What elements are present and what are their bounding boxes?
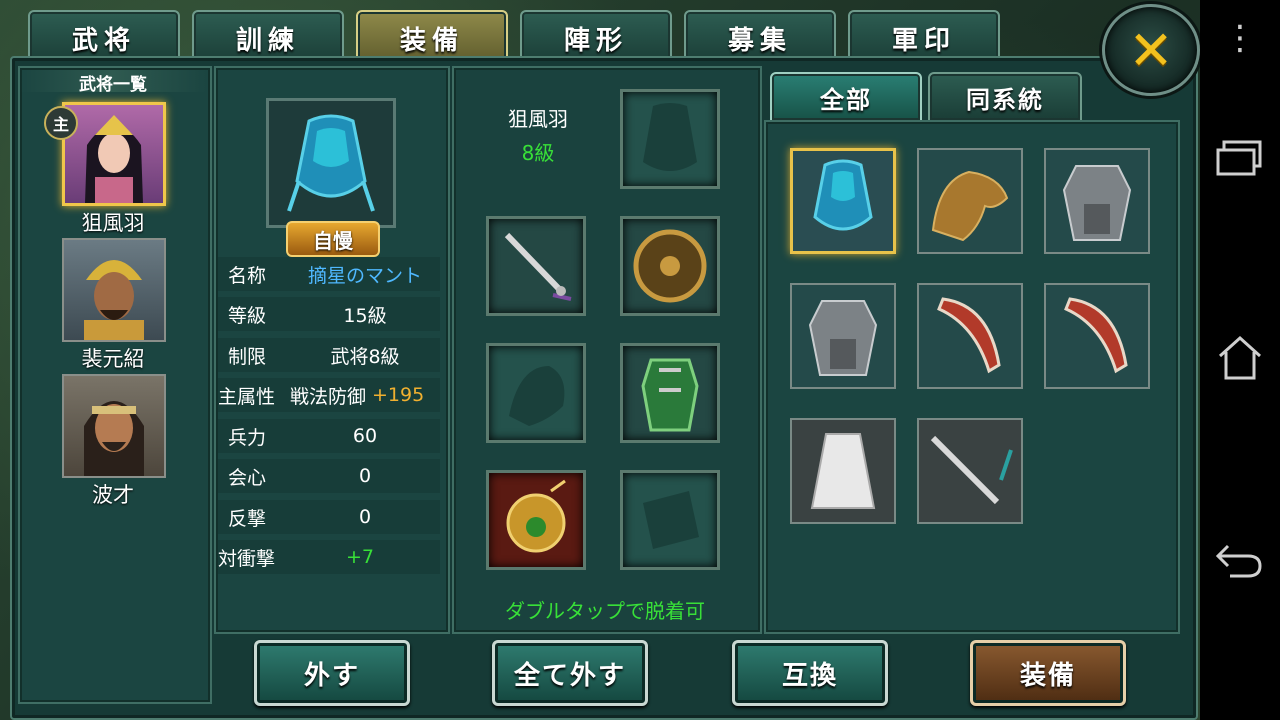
equipped-general-level: 8級 bbox=[521, 141, 555, 165]
stat-label: 対衝撃 bbox=[218, 547, 276, 570]
robe-icon bbox=[810, 433, 876, 509]
item-name-label: 名称 bbox=[228, 264, 267, 287]
stat-row-critical: 会心 0 bbox=[218, 459, 440, 493]
shield-icon bbox=[633, 229, 707, 303]
general-portrait-2[interactable] bbox=[62, 238, 166, 342]
inventory-item-armor-1[interactable] bbox=[1044, 148, 1150, 254]
stat-row-restriction: 制限 武将8級 bbox=[218, 338, 440, 372]
equip-button[interactable]: 装備 bbox=[970, 640, 1126, 706]
slot-book[interactable] bbox=[620, 470, 720, 570]
stat-value: 15級 bbox=[343, 304, 387, 327]
equipped-general-name: 狙風羽 bbox=[508, 107, 568, 131]
armor-icon bbox=[1062, 165, 1132, 241]
inventory-item-sword[interactable] bbox=[917, 418, 1023, 524]
inventory-item-blade-1[interactable] bbox=[917, 283, 1023, 389]
stat-label: 制限 bbox=[228, 345, 267, 368]
equip-hint-text: ダブルタップで脱着可 bbox=[505, 599, 705, 623]
tab-same-type[interactable]: 同系統 bbox=[928, 72, 1082, 122]
slot-weapon[interactable] bbox=[486, 216, 586, 316]
stat-label: 兵力 bbox=[228, 426, 267, 449]
general-portrait-3[interactable] bbox=[62, 374, 166, 478]
blade-icon bbox=[1064, 297, 1128, 374]
stat-value: 武将8級 bbox=[330, 345, 400, 368]
slot-cloak[interactable] bbox=[620, 89, 720, 189]
tab-all[interactable]: 全部 bbox=[770, 72, 922, 122]
stat-label: 主属性 bbox=[218, 385, 276, 408]
stat-row-counter: 反撃 0 bbox=[218, 500, 440, 534]
stat-label: 反撃 bbox=[228, 507, 267, 530]
general-name-1[interactable]: 狙風羽 bbox=[20, 207, 206, 237]
unequip-all-button[interactable]: 全て外す bbox=[492, 640, 648, 706]
general-portrait-1[interactable] bbox=[62, 102, 166, 206]
stat-row-grade: 等級 15級 bbox=[218, 297, 440, 331]
cloak-silhouette-icon bbox=[643, 103, 697, 171]
general-list-title: 武将一覧 bbox=[20, 70, 206, 95]
book-silhouette-icon bbox=[643, 491, 699, 549]
amulet-icon bbox=[506, 479, 566, 553]
stat-value: 戦法防御 bbox=[290, 385, 367, 408]
stat-value: 60 bbox=[352, 425, 378, 447]
system-nav-bar: ⋮ bbox=[1200, 0, 1280, 720]
stat-bonus: +195 bbox=[372, 384, 425, 406]
general-face-icon bbox=[84, 260, 144, 340]
general-name-2[interactable]: 裴元紹 bbox=[20, 343, 206, 373]
recent-apps-icon[interactable] bbox=[1200, 138, 1280, 187]
inventory-item-armor-2[interactable] bbox=[790, 283, 896, 389]
stat-value: 0 bbox=[358, 465, 372, 487]
blade-icon bbox=[937, 297, 1001, 374]
armor-icon bbox=[641, 358, 699, 432]
slot-armor[interactable] bbox=[620, 343, 720, 443]
overflow-menu-icon[interactable]: ⋮ bbox=[1200, 18, 1280, 58]
stat-row-impact-resist: 対衝撃 +7 bbox=[218, 540, 440, 574]
game-screen: 武将 訓練 装備 陣形 募集 軍印 ✕ 武将一覧 主 狙風羽 裴元紹 波才 自慢… bbox=[0, 0, 1200, 720]
stat-label: 等級 bbox=[228, 304, 267, 327]
back-icon[interactable] bbox=[1200, 536, 1280, 589]
inventory-item-robe[interactable] bbox=[790, 418, 896, 524]
inventory-item-blade-2[interactable] bbox=[1044, 283, 1150, 389]
stat-row-troops: 兵力 60 bbox=[218, 419, 440, 453]
horse-icon bbox=[931, 170, 1009, 242]
slot-mount[interactable] bbox=[486, 343, 586, 443]
stat-label: 会心 bbox=[228, 466, 267, 489]
item-name-value: 摘星のマント bbox=[307, 264, 422, 287]
stat-row-main-attr: 主属性 戦法防御 +195 bbox=[218, 378, 440, 412]
slot-shield[interactable] bbox=[620, 216, 720, 316]
unequip-button[interactable]: 外す bbox=[254, 640, 410, 706]
general-face-icon bbox=[84, 401, 144, 476]
close-button[interactable]: ✕ bbox=[1102, 4, 1200, 96]
horse-silhouette-icon bbox=[509, 366, 565, 426]
item-detail-image bbox=[266, 98, 396, 228]
stat-value: 0 bbox=[358, 506, 372, 528]
cloak-icon bbox=[813, 159, 873, 231]
pride-badge: 自慢 bbox=[286, 221, 380, 257]
item-name-row: 名称 摘星のマント bbox=[218, 257, 440, 291]
armor-icon bbox=[808, 300, 878, 376]
inventory-item-horse[interactable] bbox=[917, 148, 1023, 254]
swap-button[interactable]: 互換 bbox=[732, 640, 888, 706]
stat-value: +7 bbox=[345, 546, 374, 568]
general-name-3[interactable]: 波才 bbox=[20, 479, 206, 509]
sword-icon bbox=[504, 232, 572, 301]
slot-accessory[interactable] bbox=[486, 470, 586, 570]
inventory-item-cloak[interactable] bbox=[790, 148, 896, 254]
sword-icon bbox=[930, 435, 1013, 505]
home-icon[interactable] bbox=[1200, 332, 1280, 391]
general-face-icon bbox=[85, 115, 143, 203]
cloak-icon bbox=[287, 114, 375, 212]
lead-general-badge: 主 bbox=[44, 106, 78, 140]
